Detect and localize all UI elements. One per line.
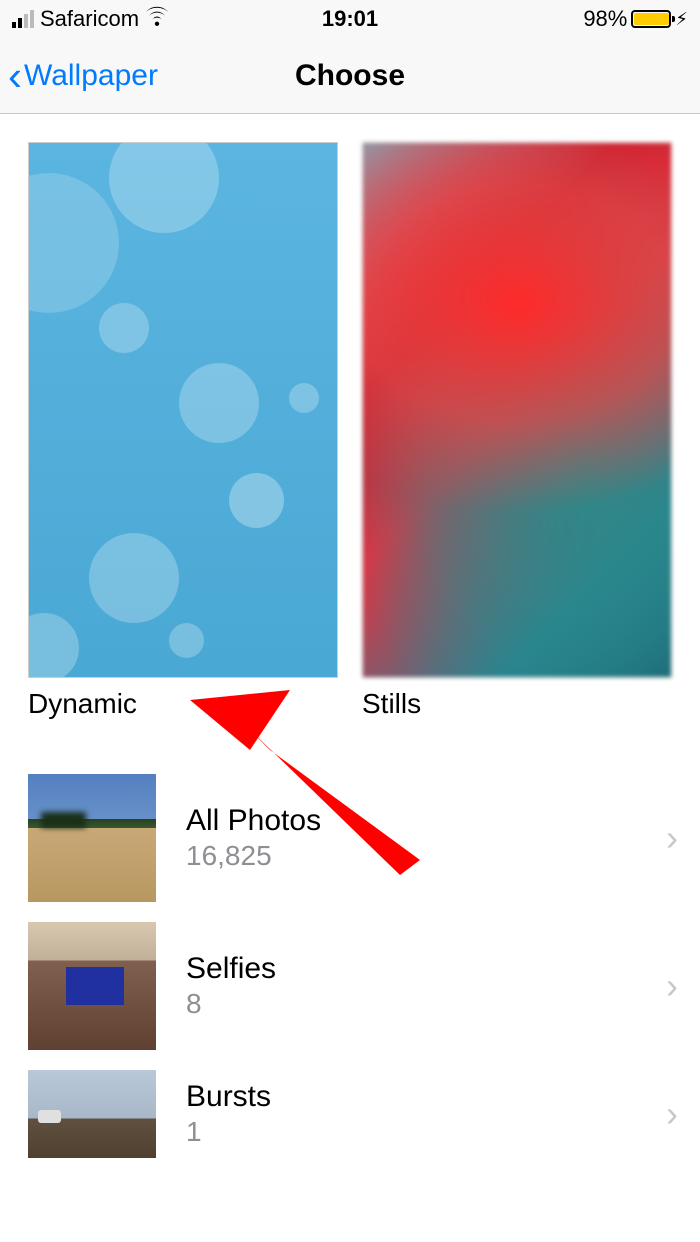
album-info: Selfies 8 (186, 952, 666, 1020)
stills-label: Stills (362, 688, 672, 720)
album-count: 8 (186, 988, 666, 1020)
album-title: Selfies (186, 952, 666, 986)
album-thumbnail (28, 774, 156, 902)
wallpaper-category-row: Dynamic Stills (0, 114, 700, 720)
battery-icon (631, 10, 671, 28)
status-left: Safaricom (12, 6, 169, 32)
album-title: Bursts (186, 1080, 666, 1114)
album-selfies[interactable]: Selfies 8 › (0, 912, 700, 1060)
album-info: All Photos 16,825 (186, 804, 666, 872)
wifi-icon (145, 6, 169, 32)
battery-percent: 98% (583, 6, 627, 32)
carrier-label: Safaricom (40, 6, 139, 32)
chevron-right-icon: › (666, 817, 686, 859)
album-thumbnail (28, 1070, 156, 1158)
status-right: 98% ⚡︎ (583, 6, 688, 32)
album-thumbnail (28, 922, 156, 1050)
dynamic-label: Dynamic (28, 688, 338, 720)
chevron-right-icon: › (666, 1093, 686, 1135)
charging-icon: ⚡︎ (675, 9, 688, 30)
album-info: Bursts 1 (186, 1080, 666, 1148)
album-bursts[interactable]: Bursts 1 › (0, 1060, 700, 1168)
album-count: 1 (186, 1116, 666, 1148)
back-button[interactable]: ‹ Wallpaper (0, 55, 158, 97)
nav-bar: ‹ Wallpaper Choose (0, 38, 700, 114)
chevron-right-icon: › (666, 965, 686, 1007)
signal-icon (12, 10, 34, 28)
content: Dynamic Stills All Photos 16,825 › Selfi… (0, 114, 700, 1168)
status-bar: Safaricom 19:01 98% ⚡︎ (0, 0, 700, 38)
wallpaper-dynamic[interactable]: Dynamic (28, 142, 338, 720)
page-title: Choose (295, 59, 405, 93)
chevron-left-icon: ‹ (8, 55, 22, 97)
album-all-photos[interactable]: All Photos 16,825 › (0, 764, 700, 912)
album-list: All Photos 16,825 › Selfies 8 › Bursts 1… (0, 764, 700, 1168)
album-count: 16,825 (186, 840, 666, 872)
album-title: All Photos (186, 804, 666, 838)
wallpaper-stills[interactable]: Stills (362, 142, 672, 720)
back-label: Wallpaper (24, 59, 158, 93)
dynamic-thumbnail (28, 142, 338, 678)
status-time: 19:01 (322, 6, 378, 32)
stills-thumbnail (362, 142, 672, 678)
